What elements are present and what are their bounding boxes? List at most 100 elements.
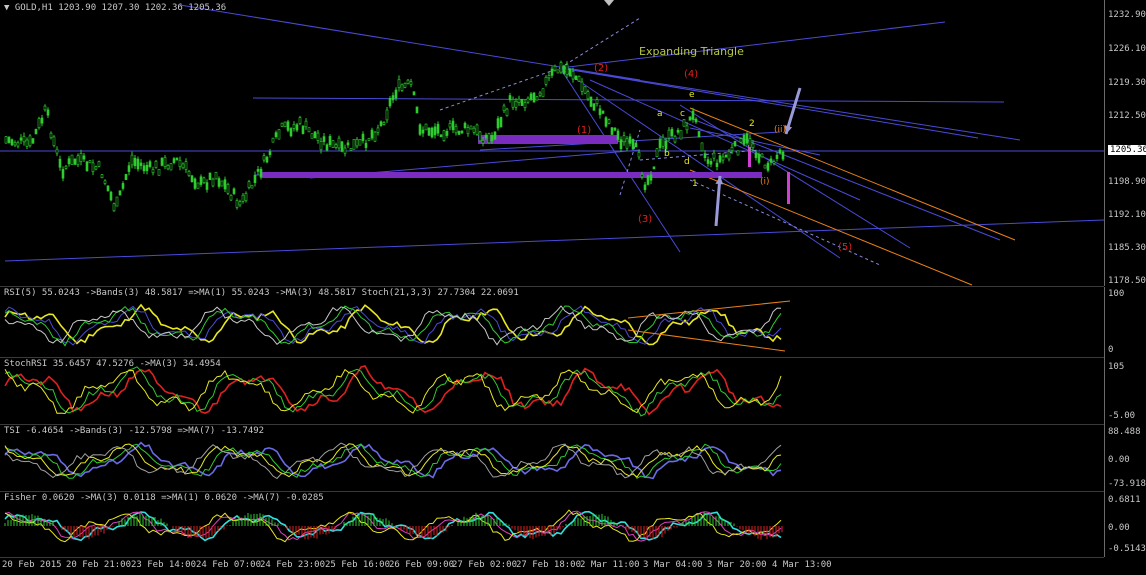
wave-label-2-minor: 2 [749, 119, 755, 129]
candle-body [661, 136, 665, 147]
candle-body [706, 159, 710, 164]
candle-body [175, 157, 179, 161]
candle-body [133, 157, 137, 167]
tsi-pane[interactable]: TSI -6.4654 ->Bands(3) -12.5798 =>MA(7) … [0, 425, 1104, 492]
wave-label-1: (1) [577, 125, 591, 136]
candle-body [343, 147, 347, 154]
support-zone [262, 172, 762, 178]
candle-body [229, 194, 233, 201]
candle-body [322, 136, 326, 142]
candle-body [76, 155, 80, 166]
candle-body [364, 142, 368, 148]
candle-body [655, 148, 659, 157]
trendline [252, 97, 1005, 103]
candle-body [160, 157, 164, 166]
indicator-scale[interactable] [1104, 287, 1146, 557]
candle-body [550, 68, 554, 76]
candle-body [265, 156, 269, 163]
rsi-scale-top: 100 [1108, 289, 1125, 299]
candle-body [691, 110, 695, 120]
candle-body [232, 188, 236, 194]
candle-body [484, 134, 488, 139]
candle-body [517, 98, 521, 103]
candle-body [136, 158, 140, 170]
candle-body [259, 168, 263, 178]
candle-body [352, 138, 356, 150]
time-tick-label: 4 Mar 13:00 [772, 560, 832, 570]
candle-body [721, 156, 725, 161]
candle-body [460, 130, 464, 134]
candle-body [448, 123, 452, 128]
candle-body [349, 148, 353, 151]
candle-body [145, 164, 149, 172]
candle-body [31, 138, 35, 144]
candle-body [220, 180, 224, 187]
tsi-header: TSI -6.4654 ->Bands(3) -12.5798 =>MA(7) … [4, 426, 265, 436]
candle-body [367, 138, 371, 141]
candle-body [241, 194, 245, 202]
candle-body [403, 83, 407, 88]
candle-body [565, 64, 569, 75]
candle-body [688, 116, 692, 121]
candle-body [487, 133, 491, 144]
candle-body [526, 97, 530, 103]
tsi-scale-bottom: -73.9187 [1108, 479, 1146, 489]
candle-body [673, 136, 677, 143]
candle-body [331, 140, 335, 148]
candle-body [538, 92, 542, 96]
candle-body [154, 160, 158, 168]
candle-body [670, 128, 674, 137]
time-tick-label: 23 Feb 14:00 [131, 560, 197, 570]
candle-body [445, 131, 449, 136]
candle-body [613, 127, 617, 131]
candle-body [568, 68, 572, 77]
candle-body [472, 127, 476, 133]
candle-body [196, 182, 200, 189]
candle-body [466, 127, 470, 135]
time-tick-label: 24 Feb 23:00 [260, 560, 326, 570]
candle-body [619, 139, 623, 150]
candle-body [289, 128, 293, 137]
candle-body [37, 118, 41, 129]
candle-body [79, 153, 83, 162]
candle-body [43, 105, 47, 111]
stochrsi-pane[interactable]: StochRSI 35.6457 47.5276 ->MA(3) 34.4954 [0, 358, 1104, 425]
fisher-pane[interactable]: Fisher 0.0620 ->MA(3) 0.0118 =>MA(1) 0.0… [0, 492, 1104, 558]
candle-body [769, 158, 773, 163]
tsi-scale-mid: 0.00 [1108, 455, 1130, 465]
candle-body [685, 125, 689, 131]
expanding-triangle-label: Expanding Triangle [639, 45, 744, 58]
candle-body [496, 118, 500, 129]
candle-body [127, 165, 131, 172]
candle-body [214, 172, 218, 180]
candle-body [334, 144, 338, 148]
candle-body [541, 88, 545, 98]
candle-body [67, 158, 71, 165]
candle-body [190, 175, 194, 183]
candle-body [22, 135, 26, 143]
dropdown-triangle-icon[interactable]: ▼ [4, 3, 9, 13]
candle-body [376, 127, 380, 133]
price-tick-label: 1226.10 [1108, 44, 1146, 54]
candle-body [166, 165, 170, 170]
candle-body [325, 144, 329, 151]
candle-body [511, 99, 515, 108]
candle-body [121, 183, 125, 189]
time-axis[interactable]: 20 Feb 2015 20 Feb 21:00 23 Feb 14:00 24 Fe… [0, 557, 1104, 575]
candle-body [115, 196, 119, 207]
candle-body [394, 89, 398, 99]
candle-body [610, 127, 614, 135]
ohlc-values: 1203.90 1207.30 1202.36 1205.36 [58, 3, 227, 13]
candle-body [463, 122, 467, 128]
candle-body [667, 129, 671, 139]
wave-label-2: (2) [594, 63, 608, 74]
candle-body [400, 84, 404, 91]
candle-body [61, 169, 65, 179]
candle-body [751, 143, 755, 148]
rsi-pane[interactable]: RSI(5) 55.0243 ->Bands(3) 48.5817 =>MA(1… [0, 287, 1104, 358]
candle-body [553, 65, 557, 71]
price-chart-pane[interactable]: (2) (4) (1) (3) (5) a b c d e 1 2 (i) (ii) ▼ GOLD,H1 … [0, 0, 1104, 287]
price-chart-canvas[interactable]: (2) (4) (1) (3) (5) a b c d e 1 2 (i) (ii) [0, 0, 1104, 286]
candle-body [301, 125, 305, 134]
candle-body [91, 162, 95, 172]
